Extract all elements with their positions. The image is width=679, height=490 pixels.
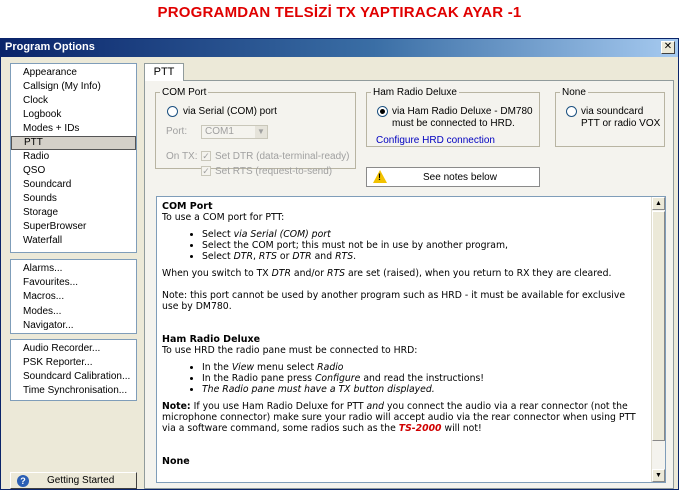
com-heading: COM Port (162, 201, 213, 212)
com-intro: To use a COM port for PTT: (162, 212, 285, 223)
close-button[interactable]: ✕ (661, 41, 675, 54)
on-tx-label: On TX: (166, 151, 198, 162)
set-dtr-checkbox[interactable]: ✓ (201, 151, 211, 161)
com-switch-text: When you switch to TX DTR and/or RTS are… (162, 268, 612, 279)
sidebar-item[interactable]: Soundcard (11, 178, 136, 192)
none-heading: None (162, 456, 190, 467)
port-select-value: COM1 (205, 126, 234, 137)
list-item: The Radio pane must have a TX button dis… (202, 384, 644, 395)
hrd-list: In the View menu select Radio In the Rad… (162, 362, 644, 395)
sidebar-item[interactable]: Time Synchronisation... (11, 384, 136, 398)
port-label: Port: (166, 126, 188, 137)
sidebar-item[interactable]: Clock (11, 94, 136, 108)
notes-scrollbar[interactable]: ▲ ▼ (651, 197, 665, 482)
none-radio-line2: PTT or radio VOX (581, 118, 661, 129)
hrd-intro: To use HRD the radio pane must be connec… (162, 345, 418, 356)
see-notes-button[interactable]: See notes below (366, 167, 540, 187)
scroll-down-icon[interactable]: ▼ (652, 469, 665, 482)
hrd-note: Note: If you use Ham Radio Deluxe for PT… (162, 401, 636, 434)
sidebar-item[interactable]: Soundcard Calibration... (11, 370, 136, 384)
title-bar: Program Options ✕ (1, 39, 678, 57)
window-title: Program Options (5, 41, 95, 53)
sidebar-item[interactable]: SuperBrowser (11, 220, 136, 234)
com-list: Select via Serial (COM) port Select the … (162, 229, 644, 262)
set-rts-label: Set RTS (request-to-send) (215, 166, 333, 177)
sidebar-item[interactable]: Navigator... (11, 319, 136, 333)
notes-content: COM Port To use a COM port for PTT: Sele… (162, 201, 644, 467)
hrd-radio[interactable] (377, 106, 388, 117)
sidebar-item[interactable]: PTT (11, 136, 136, 150)
tab-ptt[interactable]: PTT (144, 63, 184, 81)
sidebar-item[interactable]: Alarms... (11, 262, 136, 276)
sidebar-item[interactable]: Storage (11, 206, 136, 220)
port-select[interactable]: COM1 ▼ (201, 125, 268, 139)
com-port-radio[interactable] (167, 106, 178, 117)
com-port-radio-label: via Serial (COM) port (183, 106, 277, 117)
none-group: None (555, 87, 665, 147)
list-item: In the Radio pane press Configure and re… (202, 373, 644, 384)
list-item: Select the COM port; this must not be in… (202, 240, 644, 251)
sidebar-item[interactable]: Favourites... (11, 276, 136, 290)
set-dtr-label: Set DTR (data-terminal-ready) (215, 151, 350, 162)
sidebar-item[interactable]: Appearance (11, 66, 136, 80)
sidebar-item[interactable]: Modes... (11, 305, 136, 319)
none-radio-line1: via soundcard (581, 106, 644, 117)
hrd-legend: Ham Radio Deluxe (373, 87, 457, 98)
sidebar-item[interactable]: Modes + IDs (11, 122, 136, 136)
sidebar-item[interactable]: Sounds (11, 192, 136, 206)
list-item: In the View menu select Radio (202, 362, 644, 373)
options-list: Appearance Callsign (My Info) Clock Logbook… (10, 63, 137, 253)
scroll-up-icon[interactable]: ▲ (652, 197, 665, 210)
see-notes-label: See notes below (423, 172, 497, 183)
help-icon: ? (17, 475, 29, 487)
getting-started-label: Getting Started (47, 475, 115, 486)
hrd-radio-line2: must be connected to HRD. (392, 118, 515, 129)
getting-started-button[interactable]: ? Getting Started (10, 472, 137, 489)
list-item: Select via Serial (COM) port (202, 229, 644, 240)
com-note: Note: this port cannot be used by anothe… (162, 290, 626, 312)
utilities-list: Audio Recorder... PSK Reporter... Soundcar… (10, 339, 137, 401)
tools-list: Alarms... Favourites... Macros... Modes... N… (10, 259, 137, 334)
page-caption: PROGRAMDAN TELSİZİ TX YAPTIRACAK AYAR -1 (157, 4, 522, 21)
set-rts-checkbox[interactable]: ✓ (201, 166, 211, 176)
com-port-legend: COM Port (162, 87, 207, 98)
hrd-radio-line1: via Ham Radio Deluxe - DM780 (392, 106, 533, 117)
program-options-window: Program Options ✕ Appearance Callsign (My… (0, 38, 679, 490)
scroll-thumb[interactable] (652, 211, 665, 441)
sidebar-item[interactable]: Waterfall (11, 234, 136, 248)
none-legend: None (562, 87, 586, 98)
sidebar-item[interactable]: Callsign (My Info) (11, 80, 136, 94)
list-item: Select DTR, RTS or DTR and RTS. (202, 251, 644, 262)
sidebar-item[interactable]: Audio Recorder... (11, 342, 136, 356)
sidebar-item[interactable]: Radio (11, 150, 136, 164)
notes-panel[interactable]: COM Port To use a COM port for PTT: Sele… (156, 196, 666, 483)
sidebar-item[interactable]: PSK Reporter... (11, 356, 136, 370)
sidebar-item[interactable]: Logbook (11, 108, 136, 122)
chevron-down-icon: ▼ (255, 126, 267, 138)
none-radio[interactable] (566, 106, 577, 117)
sidebar-item[interactable]: QSO (11, 164, 136, 178)
hrd-heading: Ham Radio Deluxe (162, 334, 261, 345)
ptt-panel: COM Port via Serial (COM) port Port: COM… (144, 80, 674, 489)
sidebar-item[interactable]: Macros... (11, 290, 136, 304)
configure-hrd-link[interactable]: Configure HRD connection (376, 135, 495, 146)
